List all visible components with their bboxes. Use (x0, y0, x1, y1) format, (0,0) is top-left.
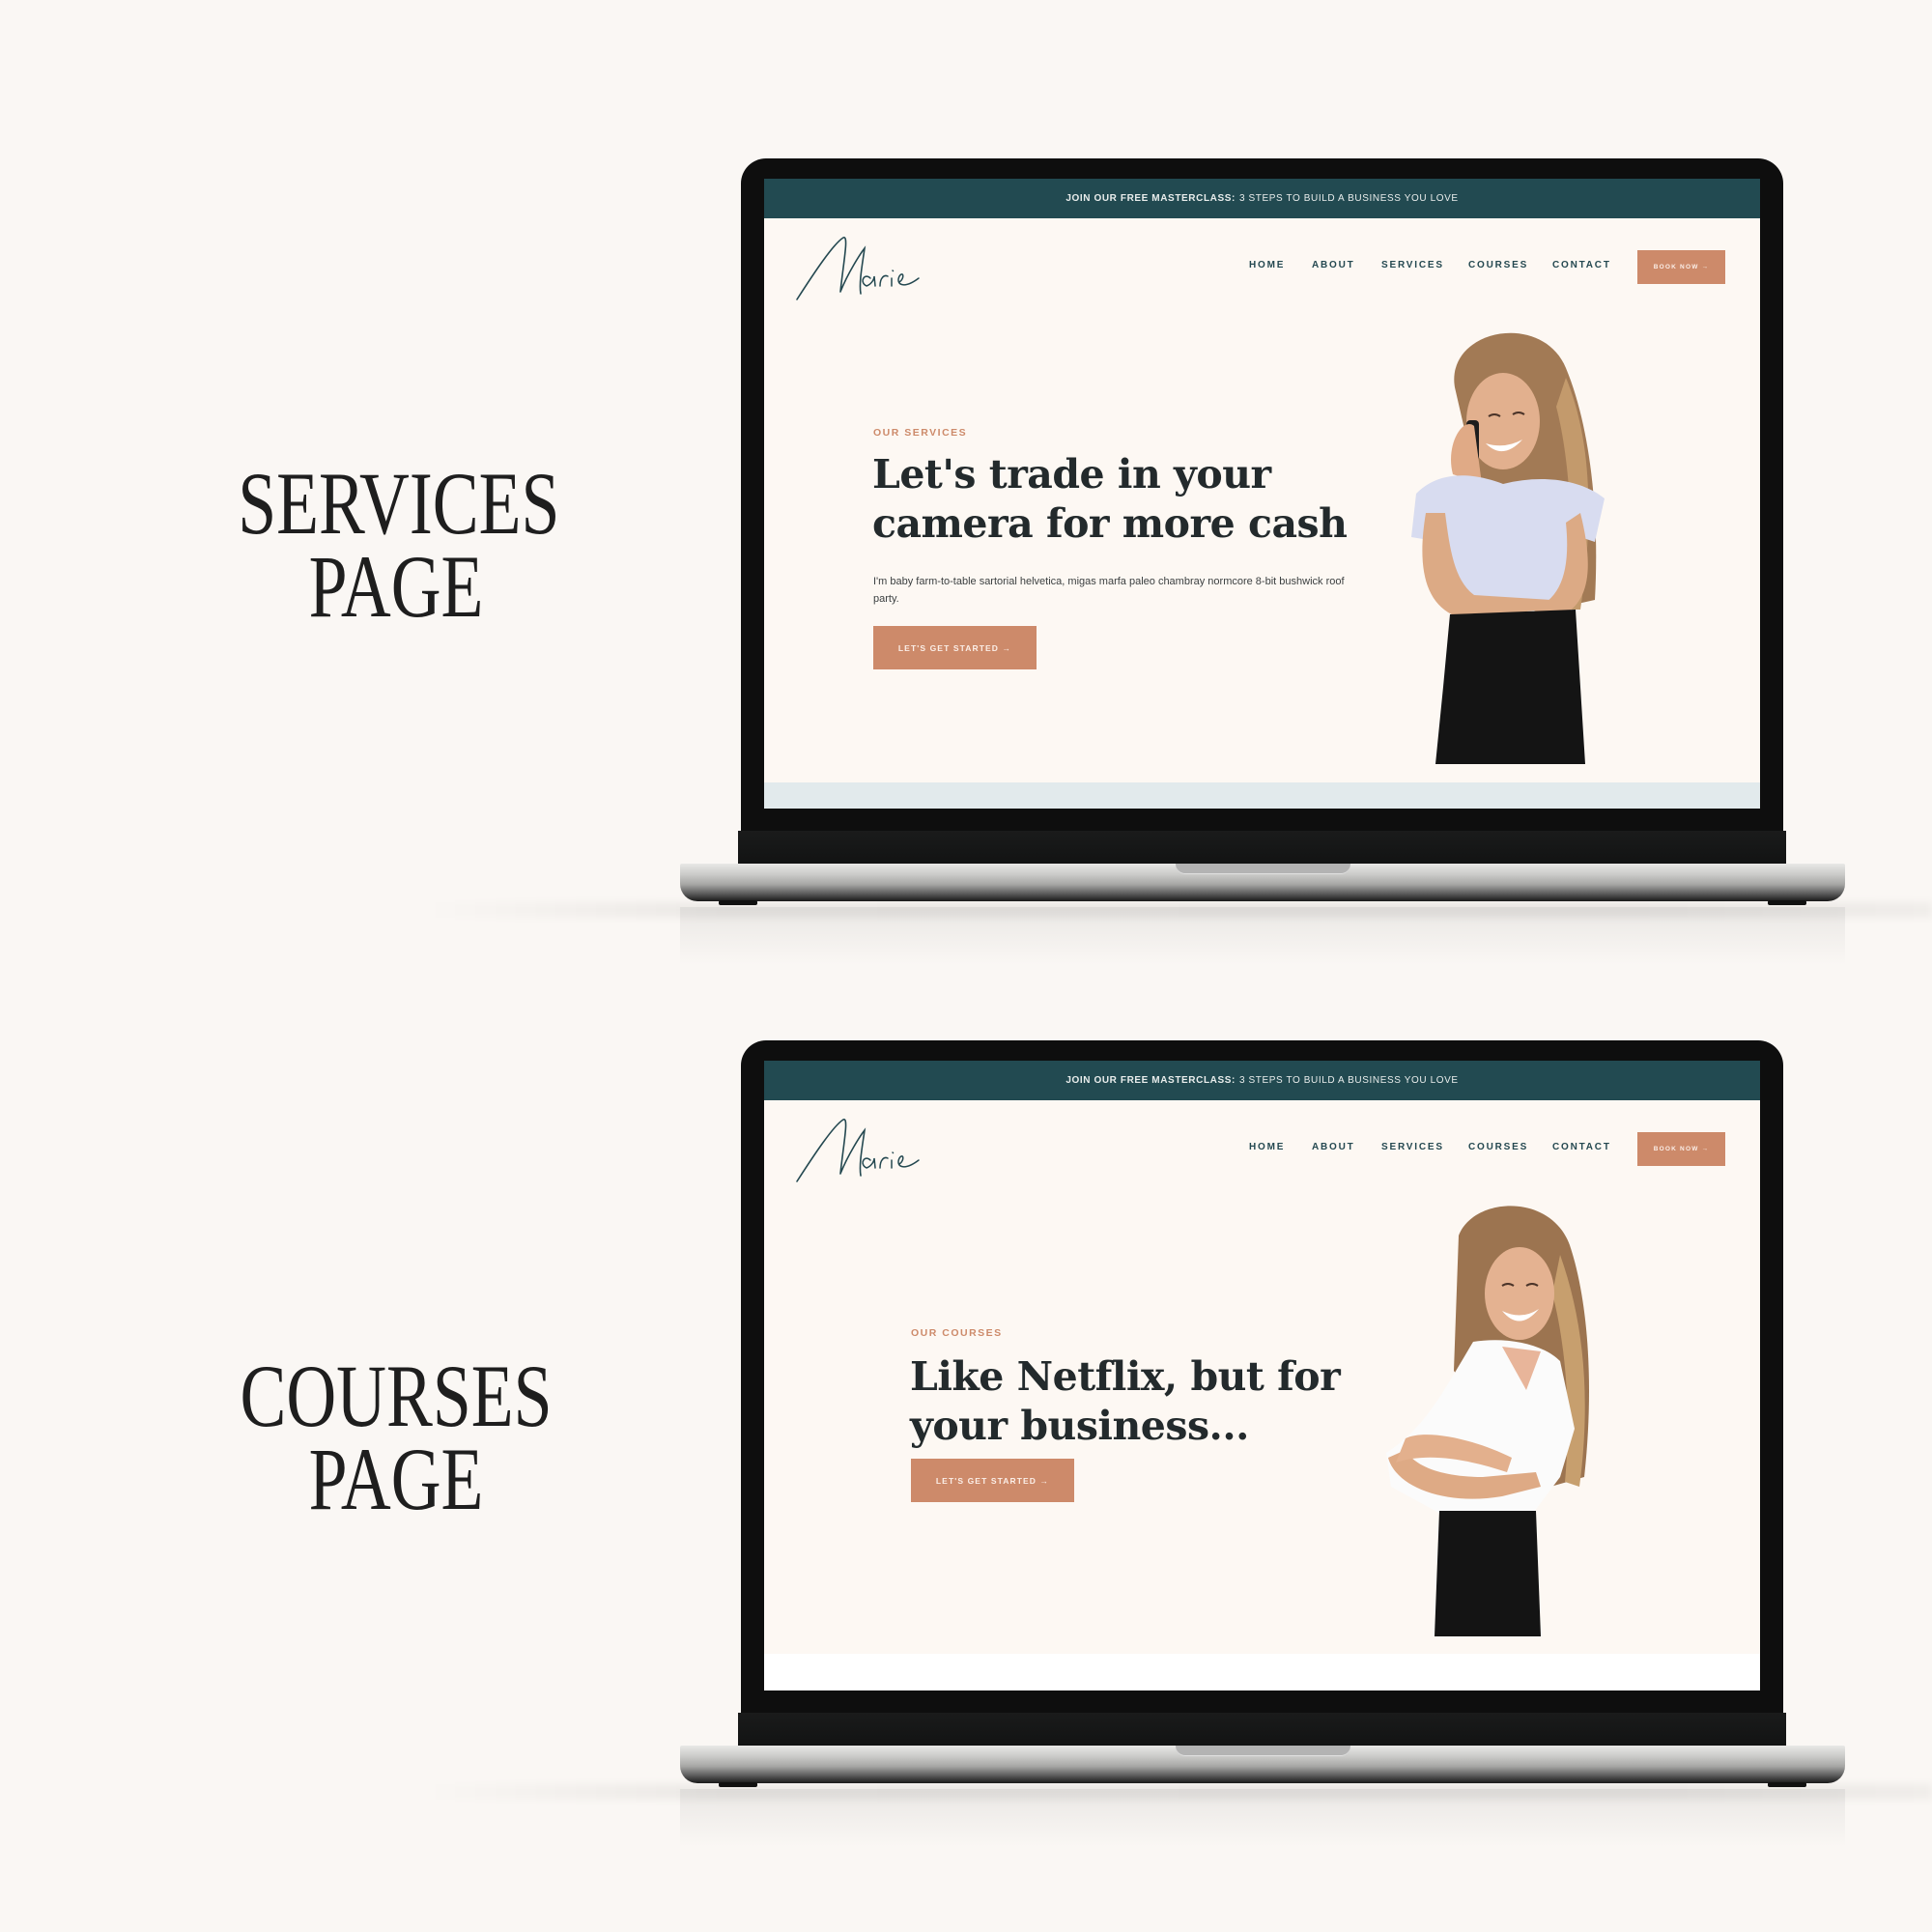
laptop-reflection (680, 907, 1845, 965)
laptop-lid: JOIN OUR FREE MASTERCLASS: 3 STEPS TO BU… (741, 158, 1783, 864)
laptop-notch (1176, 864, 1350, 874)
laptop-base (680, 864, 1845, 905)
headline-line: your business... (910, 1403, 1249, 1449)
woman-on-phone-photo (1411, 332, 1605, 764)
headline-line: Like Netflix, but for (910, 1353, 1341, 1400)
laptop-reflection (680, 1789, 1845, 1847)
section-eyebrow: OUR COURSES (911, 1327, 1003, 1339)
section-eyebrow: OUR SERVICES (873, 427, 968, 439)
nav-about[interactable]: ABOUT (1312, 260, 1355, 270)
nav-courses[interactable]: COURSES (1468, 260, 1528, 270)
nav-services[interactable]: SERVICES (1381, 1142, 1444, 1152)
laptop-foot (719, 1782, 757, 1787)
hero-headline: Like Netflix, but for your business... (910, 1352, 1341, 1451)
banner-bold-text: JOIN OUR FREE MASTERCLASS: (1065, 193, 1236, 204)
nav-courses[interactable]: COURSES (1468, 1142, 1528, 1152)
banner-bold-text: JOIN OUR FREE MASTERCLASS: (1065, 1075, 1236, 1086)
book-now-button[interactable]: BOOK NOW → (1637, 1132, 1725, 1166)
nav-about[interactable]: ABOUT (1312, 1142, 1355, 1152)
announcement-banner[interactable]: JOIN OUR FREE MASTERCLASS: 3 STEPS TO BU… (764, 1061, 1760, 1100)
headline-line: Let's trade in your (872, 451, 1271, 497)
announcement-banner[interactable]: JOIN OUR FREE MASTERCLASS: 3 STEPS TO BU… (764, 179, 1760, 218)
nav-home[interactable]: HOME (1249, 1142, 1285, 1152)
banner-text: 3 STEPS TO BUILD A BUSINESS YOU LOVE (1238, 1075, 1459, 1086)
nav-contact[interactable]: CONTACT (1552, 1142, 1611, 1152)
laptop-foot (1768, 900, 1806, 905)
laptop-lid: JOIN OUR FREE MASTERCLASS: 3 STEPS TO BU… (741, 1040, 1783, 1746)
woman-arms-crossed-photo (1386, 1206, 1589, 1636)
nav-home[interactable]: HOME (1249, 260, 1285, 270)
banner-text: 3 STEPS TO BUILD A BUSINESS YOU LOVE (1238, 193, 1459, 204)
marie-logo[interactable] (795, 1116, 928, 1183)
laptop-mockup-courses: JOIN OUR FREE MASTERCLASS: 3 STEPS TO BU… (0, 1040, 1932, 1910)
marie-logo[interactable] (795, 234, 928, 301)
website-screen: JOIN OUR FREE MASTERCLASS: 3 STEPS TO BU… (764, 1061, 1760, 1690)
get-started-button[interactable]: LET'S GET STARTED → (911, 1459, 1074, 1502)
laptop-chin (738, 1713, 1786, 1746)
laptop-mockup-services: JOIN OUR FREE MASTERCLASS: 3 STEPS TO BU… (0, 158, 1932, 1028)
laptop-foot (1768, 1782, 1806, 1787)
laptop-notch (1176, 1746, 1350, 1756)
book-now-button[interactable]: BOOK NOW → (1637, 250, 1725, 284)
laptop-base (680, 1746, 1845, 1787)
get-started-button[interactable]: LET'S GET STARTED → (873, 626, 1037, 669)
website-screen: JOIN OUR FREE MASTERCLASS: 3 STEPS TO BU… (764, 179, 1760, 809)
nav-contact[interactable]: CONTACT (1552, 260, 1611, 270)
hero-headline: Let's trade in your camera for more cash (872, 450, 1348, 549)
hero-body-text: I'm baby farm-to-table sartorial helveti… (873, 576, 1345, 605)
laptop-foot (719, 900, 757, 905)
nav-services[interactable]: SERVICES (1381, 260, 1444, 270)
headline-line: camera for more cash (872, 500, 1348, 547)
next-section-strip (764, 782, 1760, 809)
laptop-chin (738, 831, 1786, 864)
next-section-strip (764, 1654, 1760, 1690)
